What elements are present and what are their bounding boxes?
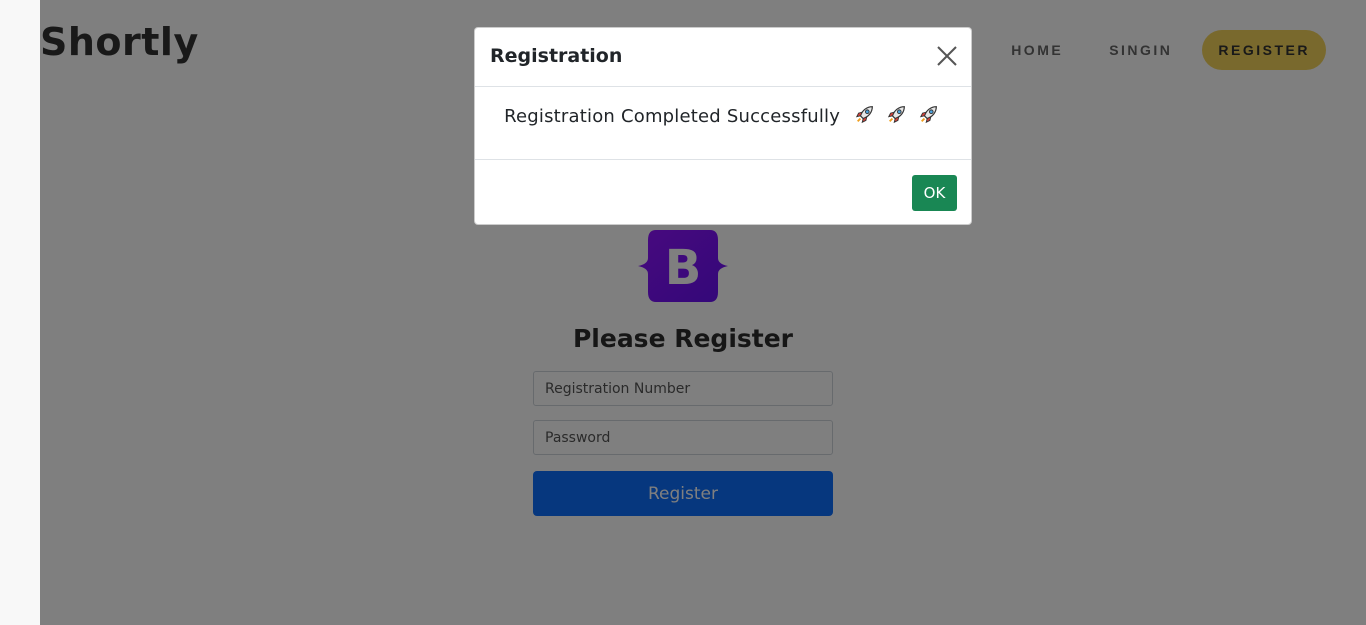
close-icon <box>937 46 957 66</box>
close-button[interactable] <box>935 44 959 68</box>
rocket-icon <box>887 106 905 124</box>
left-margin <box>0 0 40 625</box>
modal-header: Registration <box>475 28 971 87</box>
modal-message-container: Registration Completed Successfully <box>475 103 971 130</box>
rocket-icon <box>919 106 937 124</box>
rockets-group <box>852 103 942 130</box>
ok-button[interactable]: OK <box>912 175 957 211</box>
success-message: Registration Completed Successfully <box>504 106 841 127</box>
modal-title: Registration <box>490 45 623 67</box>
rocket-icon <box>855 106 873 124</box>
modal-body: Registration Completed Successfully <box>475 87 971 160</box>
modal-footer: OK <box>475 160 971 226</box>
registration-modal: Registration Registration Completed Succ… <box>474 27 972 225</box>
